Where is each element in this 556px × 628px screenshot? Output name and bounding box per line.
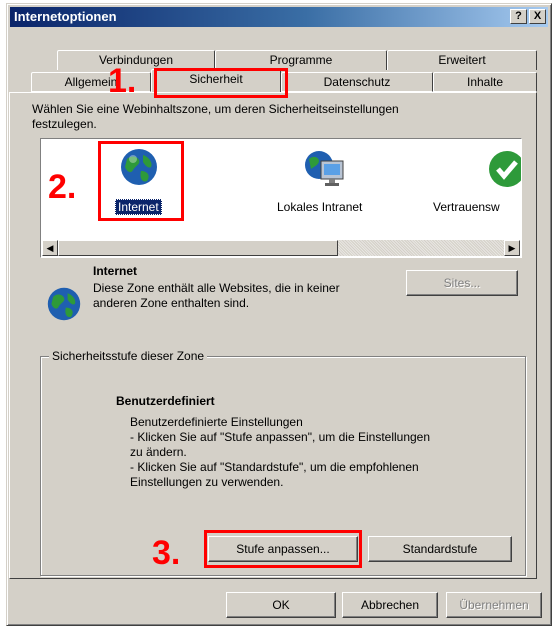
description-line: Benutzerdefinierte Einstellungen: [130, 415, 303, 429]
tab-datenschutz[interactable]: Datenschutz: [281, 72, 433, 92]
zone-item-intranet[interactable]: Lokales Intranet: [267, 147, 387, 227]
help-button[interactable]: ?: [510, 9, 527, 24]
zone-list[interactable]: Internet Lokales Intranet Vertrauensw ◀ …: [40, 138, 522, 258]
zone-horizontal-scrollbar[interactable]: ◀ ▶: [42, 240, 520, 256]
zone-label-trusted: Vertrauensw: [433, 200, 500, 214]
tab-programme[interactable]: Programme: [215, 50, 387, 70]
close-button[interactable]: X: [529, 9, 546, 24]
instruction-line-1: Wählen Sie eine Webinhaltszone, um deren…: [32, 102, 399, 116]
security-level-description: Benutzerdefinierte Einstellungen - Klick…: [130, 415, 430, 490]
tab-label: Datenschutz: [323, 75, 391, 89]
zone-description-line-2: anderen Zone enthalten sind.: [93, 296, 250, 310]
title-bar[interactable]: Internetoptionen ? X: [10, 7, 548, 27]
intranet-icon: [305, 151, 344, 186]
tab-label: Inhalte: [466, 75, 504, 89]
instruction-line-2: festzulegen.: [32, 117, 97, 131]
ok-button[interactable]: OK: [226, 592, 336, 618]
zone-label-intranet: Lokales Intranet: [277, 200, 363, 214]
description-line: - Klicken Sie auf "Stufe anpassen", um d…: [130, 430, 431, 444]
tab-label: Sicherheit: [189, 72, 243, 86]
default-level-button[interactable]: Standardstufe: [368, 536, 512, 562]
zone-item-internet[interactable]: Internet: [101, 147, 181, 227]
security-level-group-label: Sicherheitsstufe dieser Zone: [49, 349, 208, 363]
zone-item-trusted[interactable]: Vertrauensw: [433, 147, 521, 227]
trusted-check-icon: [489, 151, 521, 187]
scroll-left-icon[interactable]: ◀: [42, 240, 58, 256]
tab-label: Programme: [269, 53, 333, 67]
security-level-title: Benutzerdefiniert: [116, 394, 215, 408]
tab-sicherheit[interactable]: Sicherheit: [151, 69, 281, 92]
zone-description-line-1: Diese Zone enthält alle Websites, die in…: [93, 281, 340, 295]
step-marker-1: 1.: [108, 62, 137, 100]
description-line: zu ändern.: [130, 445, 187, 459]
sites-button[interactable]: Sites...: [406, 270, 518, 296]
cancel-button[interactable]: Abbrechen: [342, 592, 438, 618]
tab-label: Erweitert: [438, 53, 486, 67]
step-marker-3: 3.: [152, 534, 181, 572]
zone-info-title: Internet: [93, 264, 138, 278]
zone-info-description: Diese Zone enthält alle Websites, die in…: [93, 281, 340, 311]
scrollbar-thumb[interactable]: [58, 240, 338, 256]
instruction-text: Wählen Sie eine Webinhaltszone, um deren…: [32, 102, 399, 132]
step-marker-2: 2.: [48, 168, 77, 206]
window-title: Internetoptionen: [14, 9, 117, 24]
tab-inhalte[interactable]: Inhalte: [433, 72, 537, 92]
custom-level-button[interactable]: Stufe anpassen...: [208, 536, 358, 562]
zone-label-internet: Internet: [115, 199, 162, 215]
description-line: - Klicken Sie auf "Standardstufe", um di…: [130, 460, 419, 474]
globe-icon: [47, 287, 81, 321]
globe-icon: [121, 149, 157, 185]
description-line: Einstellungen zu verwenden.: [130, 475, 284, 489]
tab-erweitert[interactable]: Erweitert: [387, 50, 537, 70]
apply-button[interactable]: Übernehmen: [446, 592, 542, 618]
scroll-right-icon[interactable]: ▶: [504, 240, 520, 256]
